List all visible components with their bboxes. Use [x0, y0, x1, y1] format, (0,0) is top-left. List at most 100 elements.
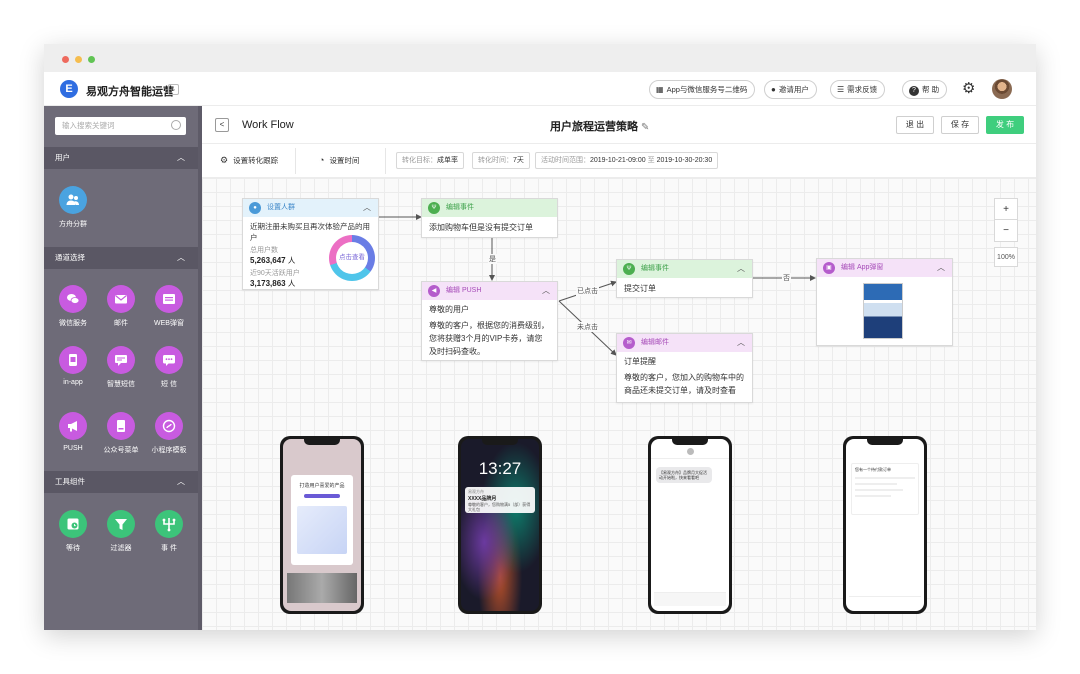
sidebar-item-event[interactable]: 事 件: [147, 510, 191, 553]
node-header: ✉ 编辑邮件 ︿: [617, 334, 752, 352]
qrcode-icon: ▦: [656, 85, 664, 94]
sidebar-item-in-app[interactable]: in-app: [51, 346, 95, 386]
audience-donut[interactable]: 点击查看: [329, 235, 375, 281]
chevron-up-icon[interactable]: ︿: [737, 334, 745, 352]
push-node[interactable]: ◀ 编辑 PUSH ︿ 尊敬的用户 尊敬的客户，根据您的消费级别，您将获赠3个月的VI…: [421, 281, 558, 361]
miniprogram-icon: [155, 412, 183, 440]
sidebar-item-mail[interactable]: 邮件: [99, 285, 143, 328]
email-card: 您有一个待付款订单: [851, 463, 919, 515]
gear-icon: ⚙: [220, 155, 229, 165]
node-header: ◀ 编辑 PUSH ︿: [422, 282, 557, 300]
chevron-up-icon[interactable]: ︿: [177, 471, 185, 493]
close-window-dot[interactable]: [62, 56, 69, 63]
avatar[interactable]: [992, 79, 1012, 99]
event-icon: [155, 510, 183, 538]
mail-icon: ✉: [623, 337, 635, 349]
user-icon: ●: [771, 85, 776, 94]
search-icon[interactable]: [171, 120, 181, 130]
main-area: < Work Flow 用户旅程运营策略 ✎ 退 出 保 存 发 布 ⚙ 设置转化跟…: [202, 106, 1036, 630]
back-button[interactable]: <: [215, 118, 229, 132]
event-node-cart[interactable]: Ψ 编辑事件 添加购物车但是没有提交订单: [421, 198, 558, 238]
chevron-up-icon[interactable]: ︿: [177, 247, 185, 269]
push-icon: ◀: [428, 285, 440, 297]
sidebar-item-wait[interactable]: 等待: [51, 510, 95, 553]
sidebar-item-web-popup[interactable]: WEB弹窗: [147, 285, 191, 328]
sidebar-item-official-menu[interactable]: 公众号菜单: [99, 412, 143, 455]
sidebar: 输入搜索关键词 用户 ︿ 方舟分群 通道选择 ︿ 微信服务 邮件 WEB弹窗 in-…: [44, 106, 202, 630]
publish-button[interactable]: 发 布: [986, 116, 1024, 134]
app-popup-node[interactable]: ▣ 编辑 App弹窗 ︿: [816, 258, 953, 346]
app-name: 易观方舟智能运营: [86, 86, 174, 98]
in-app-icon: [59, 346, 87, 374]
pencil-icon[interactable]: ✎: [641, 122, 649, 133]
edge-label-yes: 是: [488, 254, 497, 264]
section-header-tools[interactable]: 工具组件 ︿: [44, 471, 198, 493]
minimize-window-dot[interactable]: [75, 56, 82, 63]
gear-icon[interactable]: ⚙: [962, 80, 975, 98]
zoom-in-button[interactable]: +: [994, 198, 1018, 220]
conversion-time-field[interactable]: 转化时间：7天: [472, 152, 530, 169]
mail-icon: [107, 285, 135, 313]
flow-canvas[interactable]: 是 已点击 未点击 否 ● 设置人群 ︿ 近期注册未购买且再次体验产品的用户 总用户…: [202, 178, 1036, 630]
help-button[interactable]: ? 帮 助: [902, 80, 948, 99]
edge-label-not-clicked: 未点击: [576, 322, 599, 332]
sidebar-item-filter[interactable]: 过滤器: [99, 510, 143, 553]
maximize-window-dot[interactable]: [88, 56, 95, 63]
save-button[interactable]: 保 存: [941, 116, 979, 134]
set-time-button[interactable]: ◔ 设置时间: [319, 155, 359, 166]
chevron-up-icon[interactable]: ︿: [363, 199, 371, 217]
conversion-goal-field[interactable]: 转化目标：成单率: [396, 152, 464, 169]
brand-logo-icon[interactable]: E: [60, 80, 78, 98]
phone-mockup-popup: 打造用户喜爱的产品: [280, 436, 364, 614]
activity-range-field[interactable]: 活动时间范围：2019-10-21-09:00 至 2019-10-30-20:…: [535, 152, 719, 169]
clock-icon: ◔: [319, 155, 325, 165]
divider: [385, 148, 386, 174]
illustration: [297, 506, 347, 554]
node-header: Ψ 编辑事件 ︿: [617, 260, 752, 278]
wechat-icon: [59, 285, 87, 313]
web-popup-icon: ▣: [823, 262, 835, 274]
sidebar-item-wechat[interactable]: 微信服务: [51, 285, 95, 328]
exit-button[interactable]: 退 出: [896, 116, 934, 134]
push-icon: [59, 412, 87, 440]
wait-icon: [59, 510, 87, 538]
sidebar-item-push[interactable]: PUSH: [51, 412, 95, 452]
audience-node[interactable]: ● 设置人群 ︿ 近期注册未购买且再次体验产品的用户 总用户数 5,263,647 …: [242, 198, 379, 290]
section-header-channels[interactable]: 通道选择 ︿: [44, 247, 198, 269]
sidebar-item-miniprogram[interactable]: 小程序模板: [147, 412, 191, 455]
qrcode-button[interactable]: ▦ App与微信服务号二维码: [649, 80, 756, 99]
phone-mockup-push: 13:27 易观方舟 XXXX品牌月 尊敬的客户，您购物满5（部）获得大礼包: [458, 436, 542, 614]
popup-preview-image: [863, 283, 903, 339]
sidebar-item-smart-sms[interactable]: 智慧短信: [99, 346, 143, 389]
users-icon: [59, 186, 87, 214]
sidebar-item-segments[interactable]: 方舟分群: [51, 186, 95, 229]
zoom-level: 100%: [994, 247, 1018, 267]
conversion-track-button[interactable]: ⚙ 设置转化跟踪: [220, 155, 278, 166]
journey-title[interactable]: 用户旅程运营策略 ✎: [550, 118, 649, 134]
window-titlebar: [44, 44, 1036, 72]
push-notification: 易观方舟 XXXX品牌月 尊敬的客户，您购物满5（部）获得大礼包: [465, 487, 535, 513]
workflow-toolbar: < Work Flow 用户旅程运营策略 ✎ 退 出 保 存 发 布: [202, 106, 1036, 144]
invite-user-button[interactable]: ● 邀请用户: [764, 80, 817, 99]
chevron-up-icon[interactable]: ︿: [177, 147, 185, 169]
web-popup-icon: [155, 285, 183, 313]
chevron-up-icon[interactable]: ︿: [737, 260, 745, 278]
chevron-up-icon[interactable]: ︿: [542, 282, 550, 300]
chevron-down-icon[interactable]: ⌄: [168, 84, 179, 95]
edge-label-no: 否: [782, 273, 791, 283]
event-node-order[interactable]: Ψ 编辑事件 ︿ 提交订单: [616, 259, 753, 298]
feedback-button[interactable]: ☰ 需求反馈: [830, 80, 886, 99]
zoom-out-button[interactable]: −: [994, 220, 1018, 242]
sidebar-search-input[interactable]: 输入搜索关键词: [55, 117, 186, 135]
chevron-up-icon[interactable]: ︿: [937, 259, 945, 277]
edit-icon: ☰: [837, 85, 845, 94]
phone-mockup-sms: 【易观方舟】品牌月大促活动开始啦，快来看看吧: [648, 436, 732, 614]
section-header-user[interactable]: 用户 ︿: [44, 147, 198, 169]
email-node[interactable]: ✉ 编辑邮件 ︿ 订单提醒 尊敬的客户，您加入的购物车中的商品还未提交订单，请及时查看: [616, 333, 753, 403]
background-photo: [287, 573, 357, 603]
filter-icon: [107, 510, 135, 538]
edge-label-clicked: 已点击: [576, 286, 599, 296]
node-header: ● 设置人群 ︿: [243, 199, 378, 217]
users-icon: ●: [249, 202, 261, 214]
sidebar-item-sms[interactable]: 短 信: [147, 346, 191, 389]
